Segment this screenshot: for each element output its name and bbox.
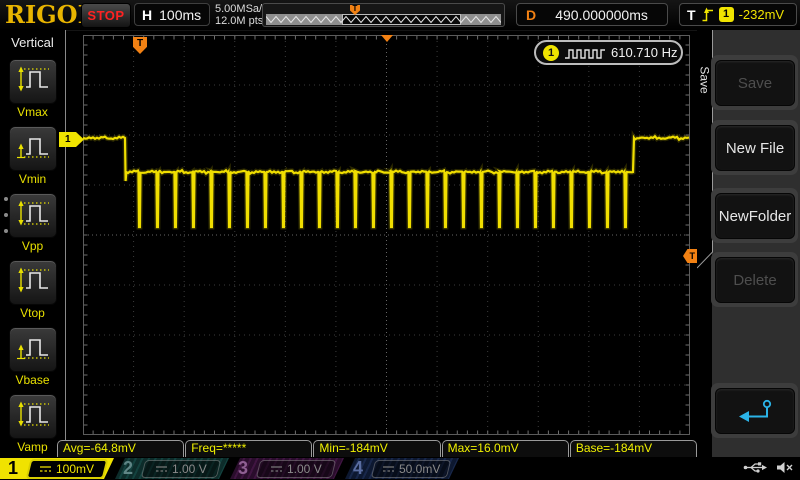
trigger-readout: T 1 -232mV bbox=[679, 3, 797, 26]
vmin-label: Vmin bbox=[0, 172, 65, 186]
slot-delete: Delete bbox=[711, 252, 798, 307]
horizontal-label: H bbox=[142, 7, 152, 23]
channel4-scale-box: 50.0mV bbox=[371, 460, 451, 478]
run-stop-status[interactable]: STOP bbox=[81, 3, 131, 28]
memory-depth: 12.0M pts bbox=[215, 15, 268, 27]
delay-value: 490.000000ms bbox=[536, 7, 667, 23]
sample-rate: 5.00MSa/s bbox=[215, 3, 268, 15]
timebase-value: 100ms bbox=[159, 7, 201, 23]
vamp-icon bbox=[15, 399, 51, 434]
measure-freq: Freq=***** bbox=[185, 440, 312, 457]
vpp-icon bbox=[15, 198, 51, 233]
menu-item-vmin[interactable]: Vmin bbox=[0, 126, 65, 186]
save-menu-tab: Save bbox=[697, 58, 712, 102]
delete-button[interactable]: Delete bbox=[715, 257, 795, 303]
vbase-label: Vbase bbox=[0, 373, 65, 387]
vbase-icon bbox=[15, 332, 51, 367]
channel2-scale: 1.00 V bbox=[172, 462, 207, 476]
frequency-counter: 1 610.710 Hz bbox=[534, 40, 683, 65]
back-button[interactable] bbox=[715, 388, 795, 434]
menu-item-vbase[interactable]: Vbase bbox=[0, 327, 65, 387]
freq-counter-channel-badge: 1 bbox=[543, 45, 559, 61]
channel1-tab[interactable]: 1 100mV bbox=[0, 458, 114, 479]
trigger-label: T bbox=[687, 7, 696, 23]
channel4-scale: 50.0mV bbox=[399, 462, 440, 476]
channel2-scale-box: 1.00 V bbox=[141, 460, 221, 478]
vtop-button[interactable] bbox=[9, 260, 57, 305]
measurement-bar: Avg=-64.8mV Freq=***** Min=-184mV Max=16… bbox=[57, 440, 697, 457]
vmax-label: Vmax bbox=[0, 105, 65, 119]
screen-center-marker bbox=[381, 35, 393, 42]
menu-page-dots bbox=[4, 197, 8, 245]
menu-item-vmax[interactable]: Vmax bbox=[0, 59, 65, 119]
channel4-tab[interactable]: 4 50.0mV bbox=[345, 458, 459, 479]
menu-item-vpp[interactable]: Vpp bbox=[0, 193, 65, 253]
horizontal-timebase-readout: H 100ms bbox=[134, 3, 210, 26]
vtop-label: Vtop bbox=[0, 306, 65, 320]
channel1-scale-box: 100mV bbox=[26, 459, 109, 479]
channel2-tab[interactable]: 2 1.00 V bbox=[115, 458, 229, 479]
channel1-ground-marker[interactable]: 1 bbox=[59, 132, 84, 147]
channel3-scale-box: 1.00 V bbox=[256, 460, 336, 478]
measure-base: Base=-184mV bbox=[570, 440, 697, 457]
save-menu-tab-label: Save bbox=[698, 66, 712, 93]
save-menu: Save Save New File NewFolder Delete bbox=[697, 30, 800, 457]
trigger-source-badge: 1 bbox=[719, 7, 734, 22]
vmax-button[interactable] bbox=[9, 59, 57, 104]
trigger-level-value: -232mV bbox=[739, 7, 785, 22]
channel1-scale: 100mV bbox=[56, 462, 94, 476]
slot-save: Save bbox=[711, 55, 798, 110]
vpp-label: Vpp bbox=[0, 239, 65, 253]
dc-coupling-icon bbox=[270, 465, 283, 473]
dc-coupling-icon bbox=[155, 465, 168, 473]
slot-back bbox=[711, 383, 798, 438]
vtop-icon bbox=[15, 265, 51, 300]
acquisition-readout: 5.00MSa/s 12.0M pts bbox=[215, 3, 268, 27]
menu-item-vamp[interactable]: Vamp bbox=[0, 394, 65, 454]
new-file-button[interactable]: New File bbox=[715, 125, 795, 171]
channel3-scale: 1.00 V bbox=[287, 462, 322, 476]
preview-wave-icon bbox=[266, 14, 501, 25]
delay-label: D bbox=[526, 7, 536, 23]
vmin-icon bbox=[15, 131, 51, 166]
vmax-icon bbox=[15, 64, 51, 99]
oscilloscope-screen: RIGOL STOP H 100ms 5.00MSa/s 12.0M pts T… bbox=[0, 0, 800, 480]
delay-readout: D 490.000000ms bbox=[516, 3, 668, 26]
vmin-button[interactable] bbox=[9, 126, 57, 171]
dc-coupling-icon bbox=[382, 465, 395, 473]
save-button[interactable]: Save bbox=[715, 60, 795, 106]
new-folder-button[interactable]: NewFolder bbox=[715, 193, 795, 239]
measure-max: Max=16.0mV bbox=[442, 440, 569, 457]
channel3-tab[interactable]: 3 1.00 V bbox=[230, 458, 344, 479]
channel1-number: 1 bbox=[8, 458, 23, 479]
return-arrow-icon bbox=[733, 397, 777, 425]
vamp-button[interactable] bbox=[9, 394, 57, 439]
top-status-bar: RIGOL STOP H 100ms 5.00MSa/s 12.0M pts T… bbox=[0, 0, 800, 31]
channel3-number: 3 bbox=[238, 458, 253, 479]
memory-waveform-preview: T bbox=[262, 3, 505, 27]
channel2-number: 2 bbox=[123, 458, 138, 479]
vamp-label: Vamp bbox=[0, 440, 65, 454]
channel-status-bar: 1 100mV 2 1.00 V bbox=[0, 457, 800, 480]
rising-edge-icon bbox=[701, 7, 714, 23]
measure-menu-title: Vertical bbox=[0, 35, 65, 50]
graticule-and-trace bbox=[83, 35, 690, 435]
slot-new-folder: NewFolder bbox=[711, 188, 798, 243]
dc-coupling-icon bbox=[39, 465, 52, 473]
memory-strip bbox=[266, 14, 501, 25]
menu-item-vtop[interactable]: Vtop bbox=[0, 260, 65, 320]
slot-new-file: New File bbox=[711, 120, 798, 175]
measure-min: Min=-184mV bbox=[313, 440, 440, 457]
vbase-button[interactable] bbox=[9, 327, 57, 372]
freq-counter-value: 610.710 Hz bbox=[611, 45, 678, 60]
channel4-number: 4 bbox=[353, 458, 368, 479]
square-wave-icon bbox=[564, 46, 606, 60]
measure-avg: Avg=-64.8mV bbox=[57, 440, 184, 457]
vpp-button[interactable] bbox=[9, 193, 57, 238]
measure-menu: Vertical Vmax Vmin Vpp Vtop Vbase Vamp bbox=[0, 30, 66, 457]
sound-muted-icon bbox=[776, 461, 794, 474]
usb-icon bbox=[743, 461, 767, 474]
